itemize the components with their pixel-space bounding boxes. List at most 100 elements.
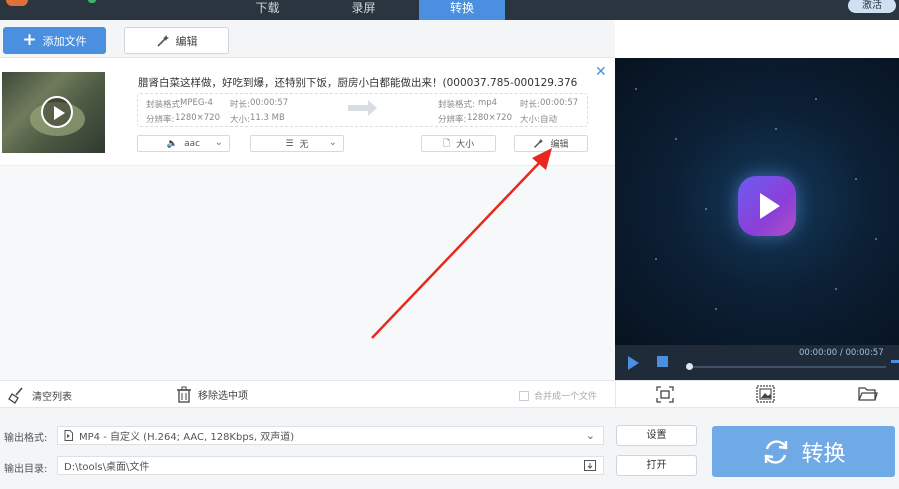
stop-icon[interactable] xyxy=(657,356,668,367)
image-icon[interactable] xyxy=(756,385,775,403)
star xyxy=(655,258,657,260)
app-logo-accent-icon xyxy=(88,0,96,3)
playback-time: 00:00:00 / 00:00:57 xyxy=(799,348,884,358)
add-file-label: 添加文件 xyxy=(42,34,87,48)
merge-files-checkbox[interactable]: 合并成一个文件 xyxy=(519,389,597,402)
chevron-down-icon: ⌄ xyxy=(328,137,337,148)
target-duration-label: 时长: xyxy=(520,100,540,110)
star xyxy=(715,308,717,310)
clear-list-label: 清空列表 xyxy=(32,391,72,403)
source-resolution-label: 分辨率: xyxy=(146,115,175,125)
browse-folder-icon[interactable] xyxy=(584,460,596,471)
play-icon[interactable] xyxy=(41,96,73,128)
target-format-label: 封装格式: xyxy=(438,100,475,110)
target-resolution-label: 分辨率: xyxy=(438,115,467,125)
audio-track-select[interactable]: 🔈 aac ⌄ xyxy=(137,135,230,152)
progress-track[interactable] xyxy=(687,366,886,368)
folder-icon[interactable] xyxy=(858,386,878,402)
video-preview[interactable] xyxy=(615,58,899,345)
convert-label: 转换 xyxy=(801,441,846,467)
activate-button[interactable]: 激活 xyxy=(848,0,896,13)
play-icon[interactable] xyxy=(628,356,639,370)
subtitle-value: 无 xyxy=(299,140,309,150)
list-action-bar: 清空列表 移除选中项 合并成一个文件 xyxy=(0,380,615,408)
list-item[interactable]: 腊肾白菜这样做，好吃到爆，还特别下饭，厨房小白都能做出来！(000037.785… xyxy=(0,58,615,166)
target-resolution: 1280×720 xyxy=(467,113,512,123)
speaker-icon: 🔈 xyxy=(166,138,179,149)
star xyxy=(705,208,707,210)
source-resolution: 1280×720 xyxy=(175,113,220,123)
toolbar: + 添加文件 编辑 xyxy=(0,20,615,58)
document-icon: 🗋 xyxy=(442,138,451,149)
top-navigation-bar: 下载 录屏 转换 激活 xyxy=(0,0,899,20)
target-size: 自动 xyxy=(540,115,558,125)
source-format-label: 封装格式: xyxy=(146,100,183,110)
settings-button[interactable]: 设置 xyxy=(616,425,697,446)
chevron-down-icon: ⌄ xyxy=(214,137,223,148)
tab-download[interactable]: 下载 xyxy=(230,0,305,20)
star xyxy=(855,178,857,180)
add-file-button[interactable]: + 添加文件 xyxy=(3,27,106,54)
target-duration: 00:00:57 xyxy=(540,98,579,108)
output-format-value: MP4 - 自定义 (H.264; AAC, 128Kbps, 双声道) xyxy=(79,432,295,443)
progress-handle[interactable] xyxy=(686,363,693,370)
star xyxy=(775,128,777,130)
item-edit-label: 编辑 xyxy=(550,140,569,150)
checkbox[interactable] xyxy=(519,390,529,401)
open-folder-button[interactable]: 打开 xyxy=(616,455,697,476)
edit-button[interactable]: 编辑 xyxy=(124,27,229,54)
output-directory-label: 输出目录: xyxy=(4,464,48,475)
volume-icon[interactable] xyxy=(891,360,899,363)
refresh-icon xyxy=(765,439,788,464)
audio-track-value: aac xyxy=(184,138,201,149)
screenshot-icon[interactable] xyxy=(656,386,674,403)
video-thumbnail[interactable] xyxy=(2,72,105,153)
output-settings-panel: 输出格式: MP4 - 自定义 (H.264; AAC, 128Kbps, 双声… xyxy=(0,408,899,489)
output-format-select[interactable]: MP4 - 自定义 (H.264; AAC, 128Kbps, 双声道) ⌄ xyxy=(57,426,604,445)
size-button-label: 大小 xyxy=(456,140,475,150)
output-directory-value: D:\tools\桌面\文件 xyxy=(64,462,150,473)
star xyxy=(815,98,817,100)
source-size: 11.3 MB xyxy=(250,113,285,123)
source-format: MPEG-4 xyxy=(180,98,213,108)
item-edit-button[interactable]: 编辑 xyxy=(514,135,588,152)
star xyxy=(835,288,837,290)
source-duration-label: 时长: xyxy=(230,100,250,110)
edit-label: 编辑 xyxy=(175,34,198,48)
close-icon[interactable]: ✕ xyxy=(595,64,607,80)
subtitle-icon: ☰ xyxy=(285,138,294,149)
size-button[interactable]: 🗋 大小 xyxy=(421,135,496,152)
star xyxy=(635,88,637,90)
chevron-down-icon: ⌄ xyxy=(585,429,595,442)
plus-icon: + xyxy=(22,30,37,50)
magic-wand-icon xyxy=(156,34,169,47)
convert-button[interactable]: 转换 xyxy=(712,426,895,477)
target-size-label: 大小: xyxy=(520,115,540,125)
star xyxy=(875,238,877,240)
player-controls: 00:00:00 / 00:00:57 xyxy=(615,345,899,380)
app-logo-icon xyxy=(6,0,28,6)
merge-files-label: 合并成一个文件 xyxy=(534,392,598,402)
tab-convert[interactable]: 转换 xyxy=(419,0,505,20)
preview-toolbar xyxy=(615,380,899,408)
player-logo-icon xyxy=(738,176,796,236)
star xyxy=(675,138,677,140)
file-name: 腊肾白菜这样做，好吃到爆，还特别下饭，厨房小白都能做出来！(000037.785… xyxy=(138,77,578,89)
target-format: mp4 xyxy=(478,98,498,108)
subtitle-select[interactable]: ☰ 无 ⌄ xyxy=(250,135,344,152)
broom-icon xyxy=(8,387,23,404)
output-directory-field[interactable]: D:\tools\桌面\文件 xyxy=(57,456,604,475)
video-converter-window: 下载 录屏 转换 激活 + 添加文件 编辑 腊肾白菜这样做，好吃到爆，还特别下饭… xyxy=(0,0,899,489)
trash-icon xyxy=(177,386,191,403)
file-list: 腊肾白菜这样做，好吃到爆，还特别下饭，厨房小白都能做出来！(000037.785… xyxy=(0,58,615,380)
source-duration: 00:00:57 xyxy=(250,98,289,108)
video-file-icon xyxy=(64,430,73,441)
magic-wand-icon xyxy=(534,138,544,148)
arrow-right-icon xyxy=(348,100,377,116)
remove-selected-label: 移除选中项 xyxy=(198,391,248,402)
remove-selected-button[interactable]: 移除选中项 xyxy=(176,386,248,403)
output-format-label: 输出格式: xyxy=(4,433,48,444)
clear-list-button[interactable]: 清空列表 xyxy=(8,386,72,404)
source-size-label: 大小: xyxy=(230,115,250,125)
tab-screen-record[interactable]: 录屏 xyxy=(326,0,401,20)
